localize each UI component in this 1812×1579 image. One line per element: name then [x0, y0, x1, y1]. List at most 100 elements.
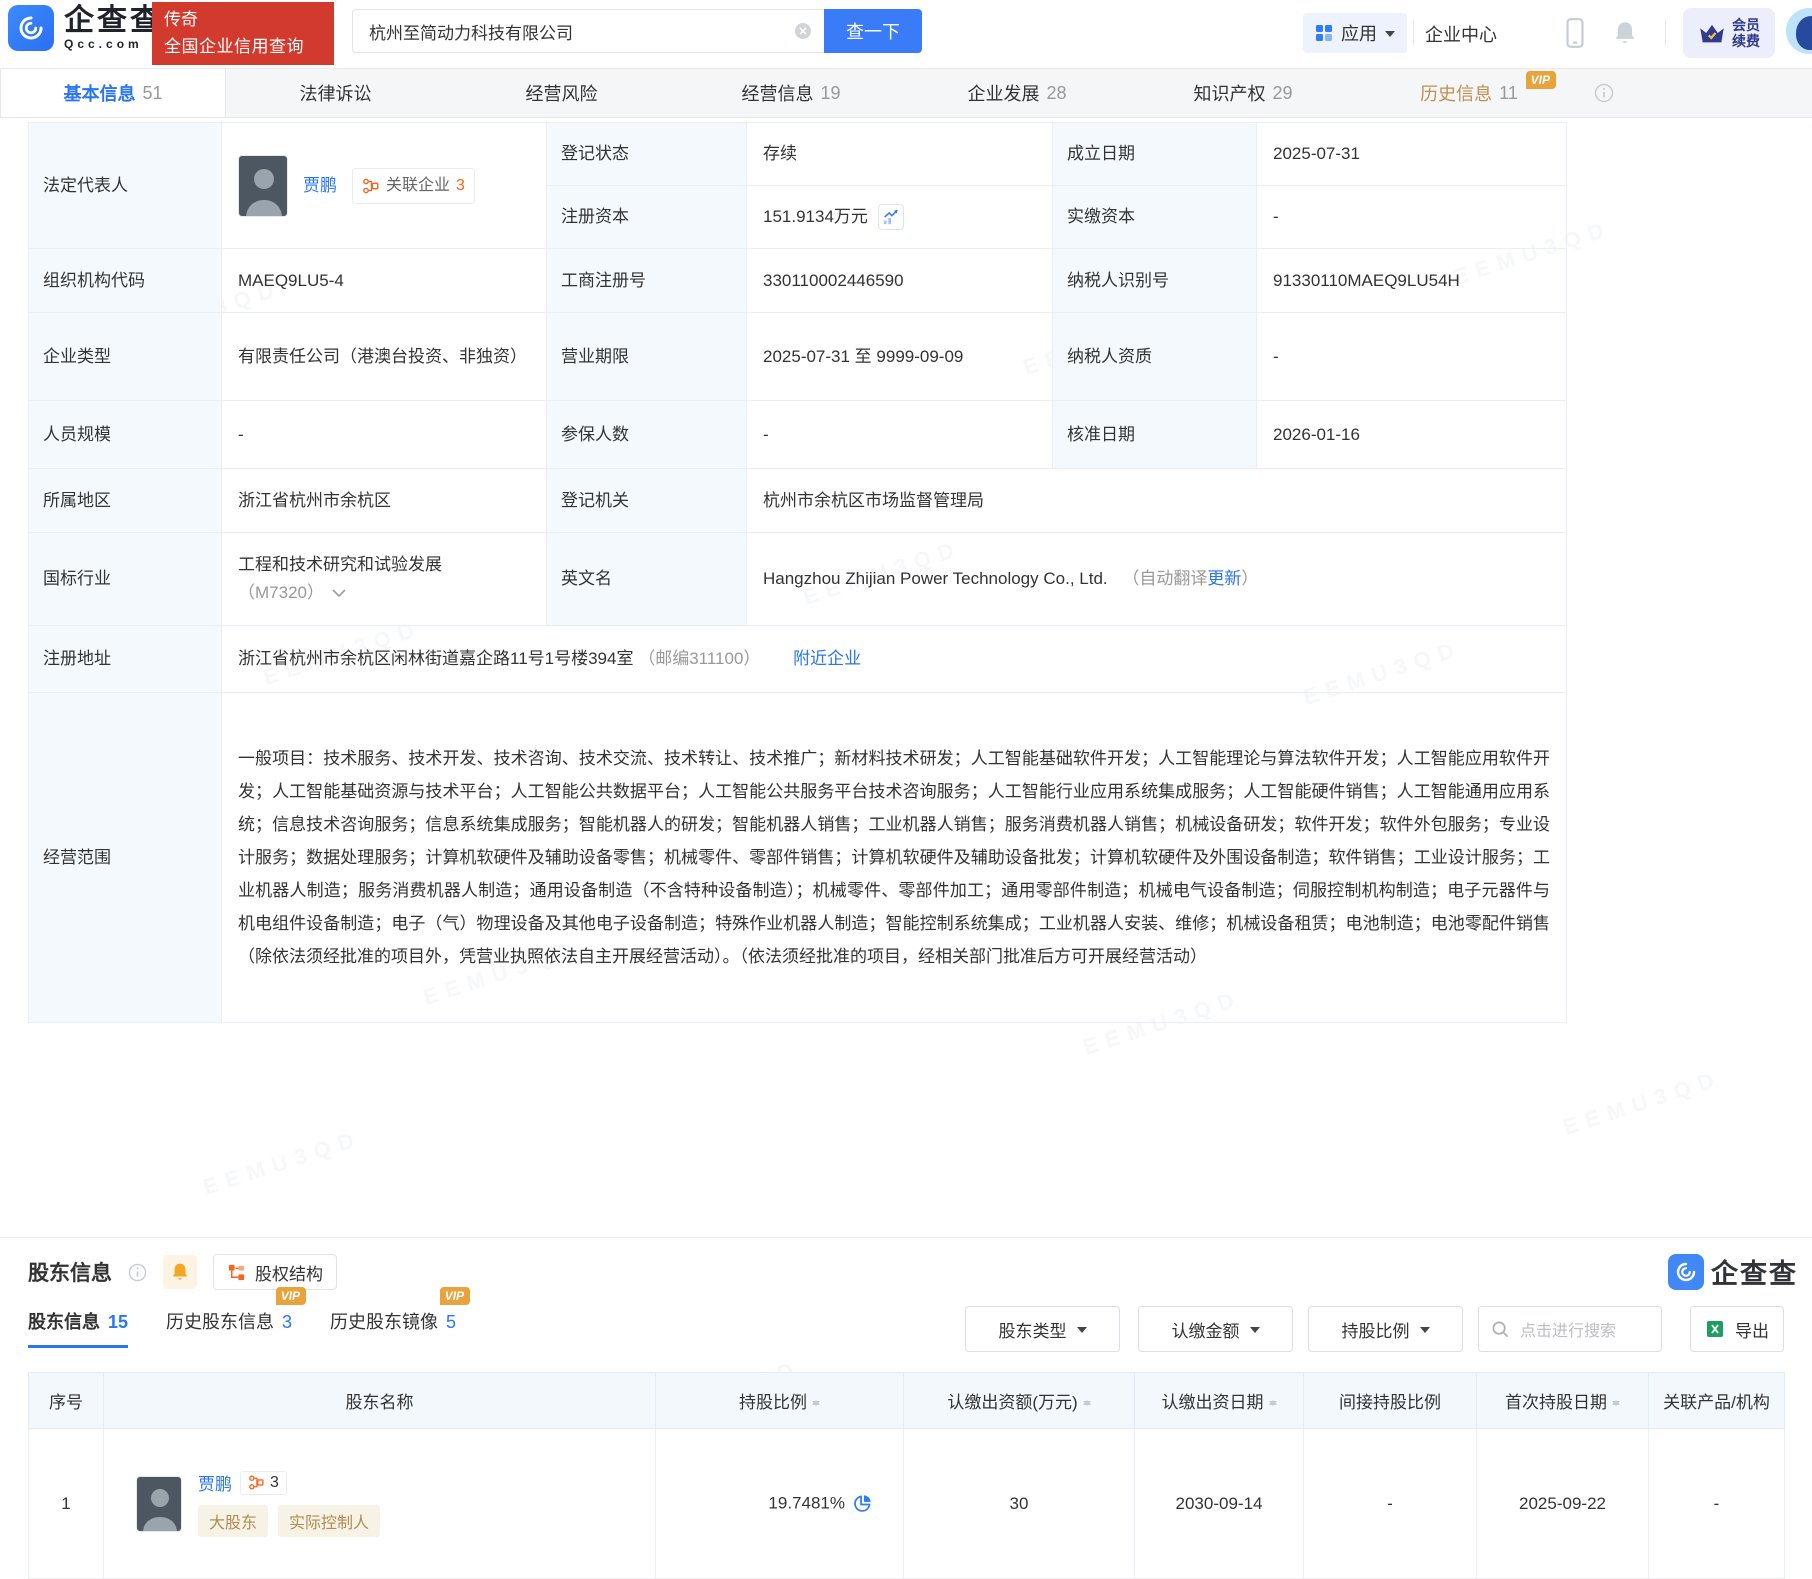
- shareholders-tabs: 股东信息 15 历史股东信息 3 VIP 历史股东镜像 5 VIP: [28, 1308, 456, 1348]
- col-shareholder-name: 股东名称: [104, 1373, 656, 1429]
- clear-icon[interactable]: [794, 22, 812, 40]
- col-first-date[interactable]: 首次持股日期: [1477, 1373, 1649, 1429]
- tab-operation-risk[interactable]: 经营风险: [452, 69, 678, 117]
- qcc-logo-text: 企查查 Qcc.com: [64, 5, 163, 51]
- search-icon: [1491, 1320, 1510, 1339]
- export-button[interactable]: 导出: [1690, 1306, 1784, 1352]
- col-indirect-ratio: 间接持股比例: [1304, 1373, 1477, 1429]
- tab-enterprise-development[interactable]: 企业发展28: [904, 69, 1130, 117]
- sort-icon: [812, 1396, 820, 1410]
- search-input[interactable]: [352, 9, 824, 53]
- tab-intellectual-property[interactable]: 知识产权29: [1130, 69, 1356, 117]
- mobile-app-icon[interactable]: [1564, 17, 1586, 49]
- row-ratio-cell: 19.7481%: [656, 1429, 904, 1579]
- en-name-note-open: （自动翻译: [1122, 569, 1207, 588]
- biz-term-value: 2025-07-31 至 9999-09-09: [747, 313, 1053, 401]
- equity-structure-icon: [227, 1263, 246, 1282]
- row-subscribed-date: 2030-09-14: [1135, 1429, 1304, 1579]
- nav-apps-label: 应用: [1341, 20, 1377, 46]
- sort-icon: [1612, 1396, 1620, 1410]
- shareholders-table: 序号 股东名称 持股比例 认缴出资额(万元) 认缴出资日期 间接持股比例 首次持…: [28, 1372, 1785, 1579]
- equity-structure-button[interactable]: 股权结构: [213, 1254, 337, 1290]
- company-type-label: 企业类型: [29, 313, 222, 401]
- sh-tab-history-shareholders[interactable]: 历史股东信息 3 VIP: [166, 1308, 292, 1348]
- search-placeholder: 点击进行搜索: [1520, 1317, 1616, 1341]
- filter-subscribed-amount[interactable]: 认缴金额: [1138, 1306, 1293, 1352]
- info-icon[interactable]: [1582, 69, 1626, 117]
- qcc-brand-text: 企查查: [1711, 1252, 1798, 1291]
- legal-rep-name-link[interactable]: 贾鹏: [303, 172, 337, 200]
- region-value: 浙江省杭州市余杭区: [222, 469, 547, 533]
- chevron-down-icon: [1077, 1327, 1087, 1338]
- shareholder-photo[interactable]: [136, 1476, 182, 1532]
- pie-chart-icon[interactable]: [845, 1493, 873, 1512]
- search-button[interactable]: 查一下: [824, 9, 922, 53]
- filter-shareholding-ratio[interactable]: 持股比例: [1308, 1306, 1463, 1352]
- promo-badge: 传奇 全国企业信用查询: [152, 2, 334, 65]
- paid-capital-value: -: [1257, 186, 1567, 249]
- biz-reg-no-value: 330110002446590: [747, 249, 1053, 313]
- vip-renew-label: 会员 续费: [1732, 17, 1760, 49]
- nearby-companies-link[interactable]: 附近企业: [793, 649, 861, 668]
- qcc-logo-icon: [8, 5, 54, 51]
- tab-operation-info[interactable]: 经营信息19: [678, 69, 904, 117]
- top-bar: 企查查 Qcc.com 传奇 全国企业信用查询 查一下 应用 企业中心 会员 续…: [0, 0, 1812, 68]
- col-subscribed-amount[interactable]: 认缴出资额(万元): [904, 1373, 1135, 1429]
- insured-num-value: -: [747, 401, 1053, 469]
- tab-legal-litigation[interactable]: 法律诉讼: [226, 69, 452, 117]
- row-shareholder-cell: 贾鹏 3 大股东 实际控制人: [104, 1429, 656, 1579]
- vip-badge: VIP: [440, 1287, 470, 1305]
- approval-date-value: 2026-01-16: [1257, 401, 1567, 469]
- user-avatar[interactable]: [1786, 8, 1812, 54]
- equity-structure-label: 股权结构: [255, 1260, 323, 1285]
- divider: [1665, 20, 1666, 46]
- col-seq: 序号: [29, 1373, 104, 1429]
- taxpayer-qual-label: 纳税人资质: [1053, 313, 1257, 401]
- filter-shareholder-type[interactable]: 股东类型: [965, 1306, 1120, 1352]
- subscribe-bell-icon[interactable]: [163, 1255, 197, 1289]
- vip-renew-button[interactable]: 会员 续费: [1683, 8, 1775, 58]
- company-type-value: 有限责任公司（港澳台投资、非独资）: [222, 313, 547, 401]
- promo-line1: 传奇: [164, 7, 324, 33]
- chevron-down-icon: [1420, 1327, 1430, 1338]
- insured-num-label: 参保人数: [547, 401, 747, 469]
- en-name-cell: Hangzhou Zhijian Power Technology Co., L…: [747, 533, 1567, 626]
- related-companies-chip[interactable]: 关联企业 3: [352, 168, 475, 204]
- address-label: 注册地址: [29, 626, 222, 693]
- related-companies-chip[interactable]: 3: [240, 1471, 287, 1495]
- chevron-down-icon[interactable]: [332, 589, 346, 598]
- crown-icon: [1698, 21, 1726, 45]
- en-name-note-close: ）: [1241, 569, 1258, 588]
- shareholder-search-input[interactable]: 点击进行搜索: [1478, 1306, 1662, 1352]
- sh-tab-shareholder-info[interactable]: 股东信息 15: [28, 1308, 128, 1348]
- row-subscribed-amount: 30: [904, 1429, 1135, 1579]
- col-ratio[interactable]: 持股比例: [656, 1373, 904, 1429]
- nav-apps[interactable]: 应用: [1303, 13, 1407, 53]
- reg-authority-label: 登记机关: [547, 469, 747, 533]
- logo-title: 企查查: [64, 5, 163, 37]
- shareholder-name-link[interactable]: 贾鹏: [198, 1470, 232, 1495]
- qcc-brand-watermark: 企查查: [1668, 1252, 1798, 1291]
- industry-cell: 工程和技术研究和试验发展 （M7320）: [222, 533, 547, 626]
- qcc-logo[interactable]: 企查查 Qcc.com: [8, 5, 163, 51]
- capital-chart-icon[interactable]: [878, 204, 904, 230]
- en-name-update-link[interactable]: 更新: [1207, 569, 1241, 588]
- sort-icon: [1269, 1396, 1277, 1410]
- nav-enterprise-center[interactable]: 企业中心: [1425, 21, 1497, 47]
- tab-history-info[interactable]: 历史信息11 VIP: [1356, 69, 1582, 117]
- logo-subtitle: Qcc.com: [64, 37, 163, 51]
- reg-capital-value: 151.9134万元: [763, 203, 868, 231]
- related-companies-count: 3: [270, 1474, 279, 1492]
- approval-date-label: 核准日期: [1053, 401, 1257, 469]
- sh-tab-history-snapshot[interactable]: 历史股东镜像 5 VIP: [330, 1308, 456, 1348]
- related-companies-label: 关联企业: [386, 172, 450, 200]
- notification-bell-icon[interactable]: [1612, 19, 1638, 47]
- tab-basic-info[interactable]: 基本信息51: [0, 69, 226, 117]
- scope-label: 经营范围: [29, 693, 222, 1023]
- taxpayer-qual-value: -: [1257, 313, 1567, 401]
- info-icon[interactable]: [128, 1263, 147, 1282]
- col-subscribed-date[interactable]: 认缴出资日期: [1135, 1373, 1304, 1429]
- est-date-label: 成立日期: [1053, 123, 1257, 186]
- actual-controller-badge: 实际控制人: [278, 1505, 380, 1537]
- legal-rep-photo[interactable]: [238, 155, 288, 217]
